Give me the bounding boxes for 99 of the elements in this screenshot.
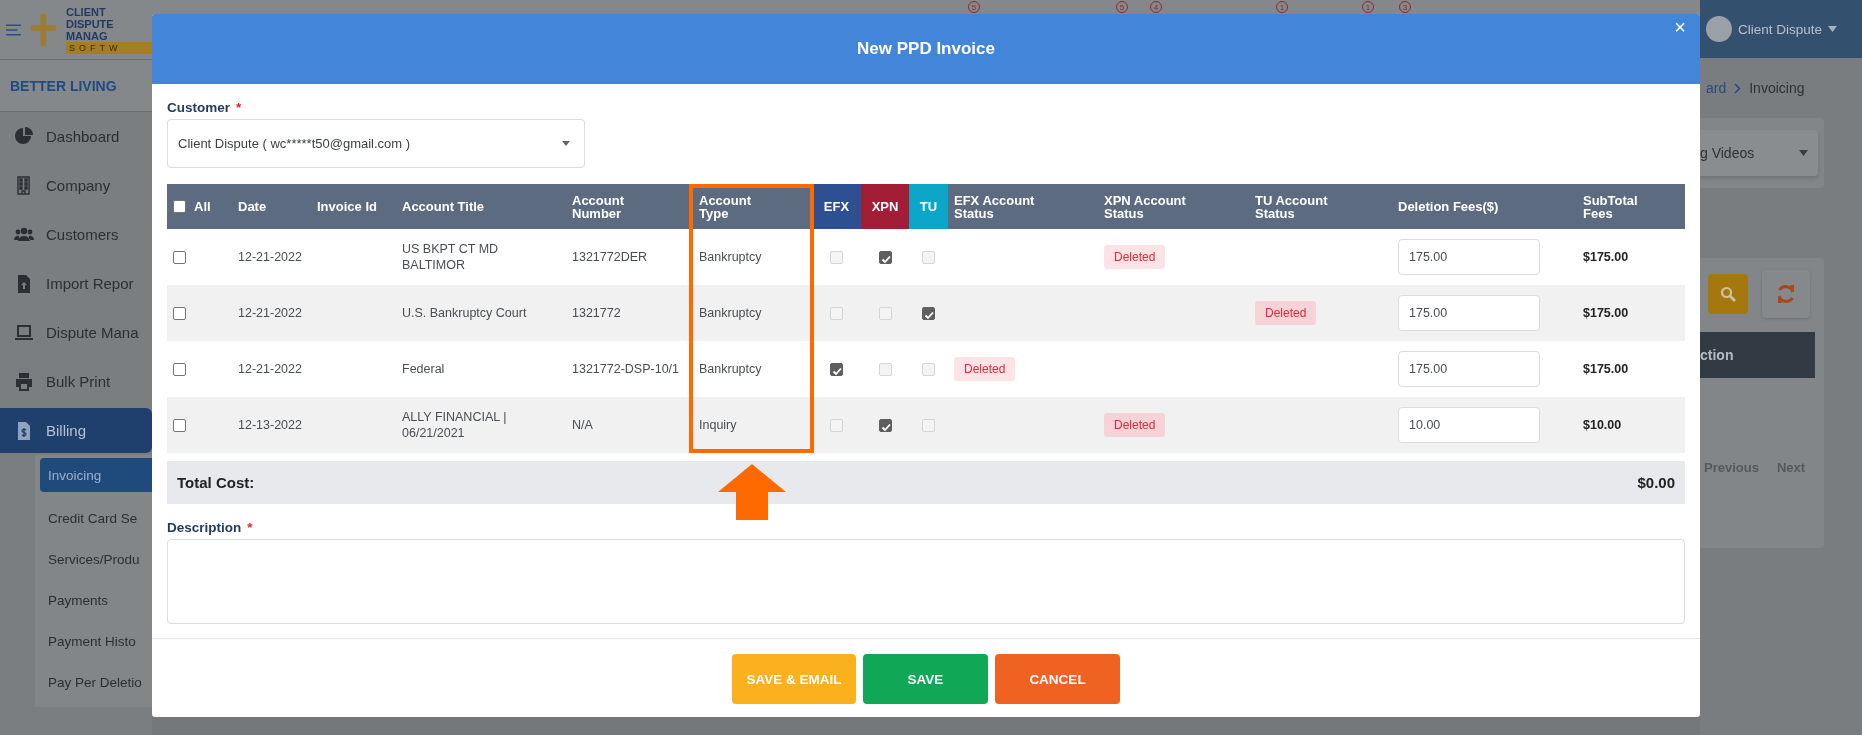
bureau-checkbox[interactable]: [878, 419, 892, 433]
check-icon: [879, 253, 891, 265]
column-header: XPN Account Status: [1098, 184, 1249, 229]
column-header: Deletion Fees($): [1392, 184, 1577, 229]
column-header: TU: [909, 184, 948, 229]
submenu-item[interactable]: Payment Histo: [40, 621, 152, 662]
table-cell: $175.00: [1577, 285, 1685, 341]
column-header: All: [194, 200, 211, 213]
sidebar-item[interactable]: Bulk Print: [0, 357, 152, 406]
table-cell: Bankruptcy: [693, 229, 812, 285]
sidebar-item[interactable]: Customers: [0, 210, 152, 259]
column-header: XPN: [861, 184, 909, 229]
video-dropdown[interactable]: g Videos: [1700, 130, 1818, 176]
sidebar-item[interactable]: Import Repor: [0, 259, 152, 308]
table-cell: Bankruptcy: [693, 341, 812, 397]
close-button[interactable]: ×: [1670, 16, 1690, 39]
field-label: Customer: [167, 100, 230, 115]
total-label: Total Cost:: [177, 474, 255, 491]
column-header: Invoice Id: [311, 184, 396, 229]
callout-arrow: [717, 464, 786, 520]
check-icon: [923, 309, 934, 321]
logo-tagline: SOFTW: [65, 41, 152, 54]
column-header: EFX: [812, 184, 861, 229]
row-checkbox[interactable]: [173, 307, 186, 321]
table-cell: 12-21-2022: [232, 285, 311, 341]
column-header: EFX Account Status: [948, 184, 1098, 229]
printer-icon: [14, 371, 34, 392]
column-header: Account Title: [396, 184, 566, 229]
submenu-item[interactable]: Invoicing: [40, 458, 152, 492]
caret-icon: [1828, 26, 1838, 32]
row-checkbox[interactable]: [173, 419, 186, 433]
save-button[interactable]: SAVE: [863, 654, 988, 704]
logo-text: MANAG: [65, 29, 109, 42]
table-cell: $10.00: [1577, 397, 1685, 453]
table-cell: US BKPT CT MD BALTIMOR: [396, 229, 566, 285]
column-header: Date: [232, 184, 311, 229]
logo-icon: [31, 12, 56, 47]
bureau-checkbox[interactable]: [830, 363, 843, 377]
company-name: BETTER LIVING: [0, 60, 152, 112]
status-badge: Deleted: [1255, 301, 1317, 325]
caret-icon: [1799, 150, 1808, 156]
search-icon: [1720, 286, 1736, 302]
column-header: TU Account Status: [1249, 184, 1392, 229]
table-cell: ALLY FINANCIAL | 06/21/2021: [396, 397, 566, 453]
bureau-checkbox[interactable]: [922, 307, 935, 321]
fee-input[interactable]: 10.00: [1398, 407, 1540, 443]
status-badge: Deleted: [1104, 413, 1166, 437]
bureau-checkbox[interactable]: [878, 251, 892, 265]
description-field[interactable]: [167, 539, 1685, 624]
submenu-item[interactable]: Services/Produ: [40, 539, 152, 580]
pie-chart-icon: [14, 126, 34, 147]
table-cell: 1321772-DSP-10/1: [566, 341, 693, 397]
table-cell: $175.00: [1577, 341, 1685, 397]
search-button[interactable]: [1708, 274, 1748, 314]
total-amount: $0.00: [1637, 474, 1675, 491]
status-badge: Deleted: [954, 357, 1016, 381]
table-cell: 12-13-2022: [232, 397, 311, 453]
row-checkbox[interactable]: [173, 251, 186, 265]
sidebar-item[interactable]: Billing: [0, 408, 152, 453]
chevron-icon: [1734, 82, 1742, 94]
laptop-icon: [14, 322, 34, 343]
logo-text: CLIENT DISPUTE: [65, 5, 115, 30]
table-cell: U.S. Bankruptcy Court: [396, 285, 566, 341]
fee-input[interactable]: 175.00: [1398, 295, 1540, 331]
cancel-button[interactable]: CANCEL: [995, 654, 1120, 704]
sidebar-item[interactable]: Dashboard: [0, 112, 152, 161]
row-checkbox[interactable]: [173, 363, 186, 377]
submenu-item[interactable]: Pay Per Deletio: [40, 662, 152, 703]
breadcrumb-current: Invoicing: [1749, 80, 1805, 96]
refresh-button[interactable]: [1762, 270, 1810, 318]
customer-select[interactable]: Client Dispute ( wc*****t50@gmail.com ): [167, 119, 585, 168]
column-header: SubTotal Fees: [1577, 184, 1685, 229]
submenu-item[interactable]: Credit Card Se: [40, 498, 152, 539]
breadcrumb-link[interactable]: ard: [1706, 80, 1727, 96]
fee-input[interactable]: 175.00: [1398, 239, 1540, 275]
table-cell: 1321772DER: [566, 229, 693, 285]
table-cell: 12-21-2022: [232, 229, 311, 285]
required-mark: *: [236, 100, 242, 115]
table-header: ction: [1700, 332, 1815, 378]
fee-input[interactable]: 175.00: [1398, 351, 1540, 387]
table-cell: Bankruptcy: [693, 285, 812, 341]
modal-title: New PPD Invoice: [857, 39, 995, 59]
table-cell: Federal: [396, 341, 566, 397]
refresh-icon: [1776, 284, 1796, 304]
check-icon: [879, 421, 891, 433]
menu-icon[interactable]: [6, 23, 22, 36]
caret-icon: [562, 141, 570, 146]
sidebar-item[interactable]: Company: [0, 161, 152, 210]
avatar[interactable]: [1706, 16, 1732, 42]
submenu-item[interactable]: Payments: [40, 580, 152, 621]
select-all-checkbox[interactable]: [173, 200, 186, 213]
required-mark: *: [247, 520, 253, 535]
table-cell: 12-21-2022: [232, 341, 311, 397]
table-cell: $175.00: [1577, 229, 1685, 285]
sidebar-item[interactable]: Dispute Mana: [0, 308, 152, 357]
user-name[interactable]: Client Dispute: [1738, 21, 1823, 37]
status-badge: Deleted: [1104, 245, 1166, 269]
field-label: Description: [167, 520, 242, 535]
check-icon: [831, 365, 842, 377]
